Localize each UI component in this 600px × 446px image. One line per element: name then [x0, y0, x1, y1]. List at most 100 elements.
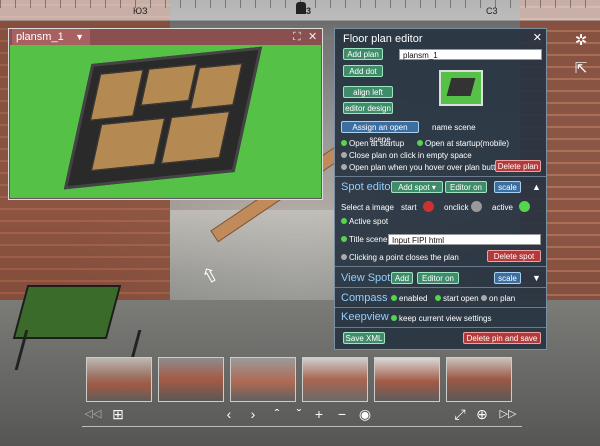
compass-start-open-radio[interactable]: [435, 295, 441, 301]
eye-icon[interactable]: ◉: [356, 405, 374, 423]
compass-ruler[interactable]: ЮЗ 3 С3: [0, 0, 600, 21]
compass-enabled-radio[interactable]: [391, 295, 397, 301]
expand-icon[interactable]: ▼: [532, 273, 541, 283]
align-left-button[interactable]: align left: [343, 86, 393, 98]
open-at-startup-radio[interactable]: [341, 140, 347, 146]
pan-left-icon[interactable]: ‹: [222, 405, 236, 423]
active-spot-label: Active spot: [349, 217, 389, 226]
open-at-startup-mobile-radio[interactable]: [417, 140, 423, 146]
room: [140, 63, 197, 106]
keepview-title: Keepview: [341, 311, 389, 323]
delete-pin-save-button[interactable]: Delete pin and save: [463, 332, 541, 344]
add-spot-button[interactable]: Add spot ▾: [391, 181, 443, 193]
spot-editor-on-button[interactable]: Editor on: [445, 181, 487, 193]
keepview-radio[interactable]: [391, 315, 397, 321]
add-dot-button[interactable]: Add dot: [343, 65, 383, 77]
delete-spot-button[interactable]: Delete spot: [487, 250, 541, 262]
open-at-startup-label: Open at startup: [349, 139, 405, 148]
active-spot-radio[interactable]: [341, 218, 347, 224]
plan-thumbnail[interactable]: [439, 70, 483, 106]
title-scene-radio[interactable]: [341, 236, 347, 242]
divider: [335, 327, 546, 328]
plan-title-bar: plansm_1 ▼ ⛶ ✕: [9, 29, 322, 45]
onclick-label: onclick: [444, 203, 469, 212]
compass-title: Compass: [341, 292, 388, 304]
room: [90, 69, 144, 121]
scene-thumbnail[interactable]: [302, 357, 368, 402]
rewind-icon[interactable]: ◁◁: [84, 405, 102, 423]
assign-open-scene-button[interactable]: Assign an open scene: [341, 121, 419, 144]
compass-pin-icon: [296, 2, 306, 14]
room: [190, 63, 243, 110]
fast-forward-icon[interactable]: ▷▷: [497, 405, 519, 423]
floor-plan-canvas[interactable]: [10, 45, 321, 198]
clicking-closes-label: Clicking a point closes the plan: [349, 253, 459, 262]
close-plan-on-click-label: Close plan on click in empty space: [349, 151, 472, 160]
floor-plan-editor-panel: Floor plan editor ✕ Add plan plansm_1 Ad…: [334, 28, 547, 350]
floor-plan-3d-model: [63, 46, 263, 190]
close-icon[interactable]: ✕: [533, 31, 542, 44]
spot-scale-button[interactable]: scale: [494, 181, 521, 193]
pan-up-icon[interactable]: ˆ: [270, 405, 284, 423]
download-circle-icon[interactable]: ⊕: [474, 405, 490, 423]
start-label: start: [401, 203, 417, 212]
select-image-label: Select a image: [341, 203, 394, 212]
zoom-out-icon[interactable]: −: [335, 405, 349, 423]
room: [160, 111, 230, 164]
add-spot-label: Add spot: [398, 183, 430, 192]
view-spot-add-button[interactable]: Add: [391, 272, 413, 284]
controls-baseline: [82, 426, 522, 427]
title-scene-input[interactable]: Input FIPI html: [388, 234, 541, 245]
fullscreen-icon[interactable]: ⤢: [452, 405, 468, 423]
zoom-in-icon[interactable]: +: [312, 405, 326, 423]
view-spot-scale-button[interactable]: scale: [494, 272, 521, 284]
spot-editor-title: Spot editor: [341, 181, 395, 193]
compass-enabled-label: enabled: [399, 294, 428, 303]
view-spot-title: View Spot: [341, 272, 391, 284]
divider: [335, 266, 546, 267]
compass-label-w: 3: [306, 6, 312, 16]
delete-plan-button[interactable]: Delete plan: [495, 160, 541, 172]
fullscreen-icon[interactable]: ⛶: [293, 29, 301, 45]
divider: [335, 176, 546, 177]
grid-icon[interactable]: ⊞: [110, 405, 126, 423]
title-scene-label: Title scene: [349, 235, 388, 244]
onclick-image-selector[interactable]: [471, 201, 482, 212]
open-at-startup-mobile-label: Open at startup(mobile): [425, 139, 510, 148]
scene-thumbnail[interactable]: [158, 357, 224, 402]
collapse-icon[interactable]: ▲: [532, 182, 541, 192]
plan-name-input[interactable]: plansm_1: [399, 49, 542, 60]
view-spot-editor-on-button[interactable]: Editor on: [417, 272, 459, 284]
add-plan-button[interactable]: Add plan: [343, 48, 383, 60]
compass-rose-icon[interactable]: ✲: [572, 32, 590, 50]
close-plan-on-click-radio[interactable]: [341, 152, 347, 158]
start-image-selector[interactable]: [423, 201, 434, 212]
room: [91, 117, 166, 172]
external-link-icon[interactable]: ⇱: [572, 60, 590, 78]
plan-select-dropdown[interactable]: plansm_1 ▼: [12, 29, 90, 45]
open-plan-on-hover-label: Open plan when you hover over plan butto…: [349, 163, 505, 172]
scene-thumbnail[interactable]: [230, 357, 296, 402]
chevron-down-icon: ▼: [75, 32, 84, 42]
divider: [335, 287, 546, 288]
scene-thumbnail[interactable]: [374, 357, 440, 402]
active-image-selector[interactable]: [519, 201, 530, 212]
editor-design-button[interactable]: editor design: [343, 102, 393, 114]
save-xml-button[interactable]: Save XML: [343, 332, 385, 344]
pan-down-icon[interactable]: ˇ: [292, 405, 306, 423]
compass-label-sw: ЮЗ: [133, 6, 148, 16]
name-scene-label: name scene: [432, 123, 476, 132]
clicking-closes-radio[interactable]: [341, 254, 347, 260]
keepview-label: keep current view settings: [399, 314, 492, 323]
compass-on-plan-radio[interactable]: [481, 295, 487, 301]
scene-thumbnail[interactable]: [86, 357, 152, 402]
chevron-down-icon: ▾: [431, 183, 436, 192]
close-icon[interactable]: ✕: [308, 29, 317, 45]
open-plan-on-hover-radio[interactable]: [341, 164, 347, 170]
compass-label-nw: С3: [486, 6, 498, 16]
scene-thumbnail[interactable]: [446, 357, 512, 402]
editor-title: Floor plan editor: [343, 33, 423, 45]
thumbnail-strip: [86, 357, 516, 402]
pan-right-icon[interactable]: ›: [246, 405, 260, 423]
floor-plan-window: plansm_1 ▼ ⛶ ✕: [8, 28, 323, 200]
